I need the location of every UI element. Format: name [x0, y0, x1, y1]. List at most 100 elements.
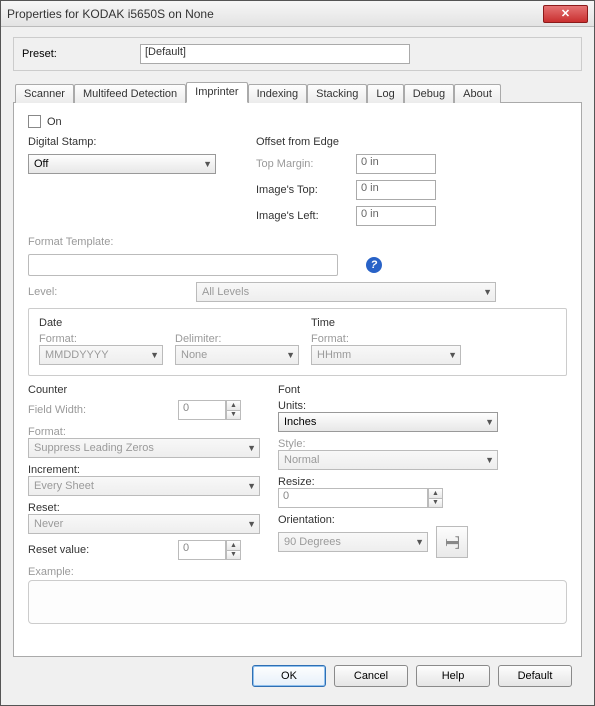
resize-value: 0	[278, 488, 428, 508]
level-select[interactable]: All Levels ▼	[196, 282, 496, 302]
orientation-value: 90 Degrees	[284, 536, 341, 548]
spinner-down-icon[interactable]: ▼	[428, 499, 443, 509]
help-icon[interactable]: ?	[366, 257, 382, 273]
tab-imprinter[interactable]: Imprinter	[186, 82, 247, 103]
date-delimiter-value: None	[181, 349, 207, 361]
counter-format-select[interactable]: Suppress Leading Zeros ▼	[28, 438, 260, 458]
date-delimiter-select[interactable]: None ▼	[175, 345, 299, 365]
units-value: Inches	[284, 416, 316, 428]
chevron-down-icon: ▼	[415, 537, 424, 547]
tabstrip: Scanner Multifeed Detection Imprinter In…	[13, 81, 582, 103]
level-value: All Levels	[202, 286, 249, 298]
increment-select[interactable]: Every Sheet ▼	[28, 476, 260, 496]
counter-title: Counter	[28, 384, 260, 396]
reset-value-num: 0	[178, 540, 226, 560]
spinner-up-icon[interactable]: ▲	[226, 400, 241, 411]
reset-value-label: Reset value:	[28, 544, 178, 556]
ok-button[interactable]: OK	[252, 665, 326, 687]
spinner-down-icon[interactable]: ▼	[226, 411, 241, 421]
example-label: Example:	[28, 566, 74, 578]
spinner-up-icon[interactable]: ▲	[428, 488, 443, 499]
top-margin-input[interactable]: 0 in	[356, 154, 436, 174]
date-format-label: Format:	[39, 333, 163, 345]
date-title: Date	[39, 317, 299, 329]
resize-label: Resize:	[278, 476, 567, 488]
counter-format-label: Format:	[28, 426, 260, 438]
tab-multifeed-detection[interactable]: Multifeed Detection	[74, 84, 186, 103]
reset-select[interactable]: Never ▼	[28, 514, 260, 534]
tab-scanner[interactable]: Scanner	[15, 84, 74, 103]
tab-about[interactable]: About	[454, 84, 501, 103]
dialog-window: Properties for KODAK i5650S on None ✕ Pr…	[0, 0, 595, 706]
cancel-button[interactable]: Cancel	[334, 665, 408, 687]
example-preview	[28, 580, 567, 624]
default-button[interactable]: Default	[498, 665, 572, 687]
style-label: Style:	[278, 438, 567, 450]
units-label: Units:	[278, 400, 567, 412]
preset-group: Preset: [Default]	[13, 37, 582, 71]
time-format-select[interactable]: HHmm ▼	[311, 345, 461, 365]
tab-log[interactable]: Log	[367, 84, 403, 103]
format-template-input[interactable]	[28, 254, 338, 276]
chevron-down-icon: ▼	[247, 481, 256, 491]
increment-label: Increment:	[28, 464, 260, 476]
date-delimiter-label: Delimiter:	[175, 333, 299, 345]
digital-stamp-label: Digital Stamp:	[28, 136, 238, 148]
orientation-button[interactable]: T	[436, 526, 468, 558]
increment-value: Every Sheet	[34, 480, 94, 492]
close-icon: ✕	[561, 7, 570, 20]
chevron-down-icon: ▼	[286, 350, 295, 360]
tab-stacking[interactable]: Stacking	[307, 84, 367, 103]
content-area: Preset: [Default] Scanner Multifeed Dete…	[1, 27, 594, 705]
units-select[interactable]: Inches ▼	[278, 412, 498, 432]
chevron-down-icon: ▼	[247, 519, 256, 529]
button-bar: OK Cancel Help Default	[13, 657, 582, 697]
resize-spinner[interactable]: 0 ▲ ▼	[278, 488, 448, 508]
chevron-down-icon: ▼	[485, 417, 494, 427]
offset-title: Offset from Edge	[256, 136, 567, 148]
spinner-up-icon[interactable]: ▲	[226, 540, 241, 551]
preset-label: Preset:	[22, 48, 140, 60]
images-top-input[interactable]: 0 in	[356, 180, 436, 200]
on-label: On	[47, 116, 62, 128]
images-left-label: Image's Left:	[256, 210, 356, 222]
tab-container: Scanner Multifeed Detection Imprinter In…	[13, 81, 582, 657]
on-checkbox[interactable]	[28, 115, 41, 128]
reset-label: Reset:	[28, 502, 260, 514]
window-title: Properties for KODAK i5650S on None	[7, 7, 543, 21]
chevron-down-icon: ▼	[150, 350, 159, 360]
orientation-icon: T	[441, 535, 464, 548]
field-width-label: Field Width:	[28, 404, 178, 416]
images-top-label: Image's Top:	[256, 184, 356, 196]
field-width-spinner[interactable]: 0 ▲ ▼	[178, 400, 241, 420]
style-select[interactable]: Normal ▼	[278, 450, 498, 470]
reset-value-spinner[interactable]: 0 ▲ ▼	[178, 540, 241, 560]
tab-panel-imprinter: On Digital Stamp: Off ▼ Offset from Edge	[13, 102, 582, 657]
digital-stamp-value: Off	[34, 158, 48, 170]
field-width-value: 0	[178, 400, 226, 420]
date-format-value: MMDDYYYY	[45, 349, 109, 361]
level-label: Level:	[28, 286, 196, 298]
tab-indexing[interactable]: Indexing	[248, 84, 308, 103]
close-button[interactable]: ✕	[543, 5, 588, 23]
chevron-down-icon: ▼	[485, 455, 494, 465]
spinner-down-icon[interactable]: ▼	[226, 551, 241, 561]
digital-stamp-select[interactable]: Off ▼	[28, 154, 216, 174]
chevron-down-icon: ▼	[448, 350, 457, 360]
titlebar: Properties for KODAK i5650S on None ✕	[1, 1, 594, 27]
date-format-select[interactable]: MMDDYYYY ▼	[39, 345, 163, 365]
images-left-input[interactable]: 0 in	[356, 206, 436, 226]
time-title: Time	[311, 317, 556, 329]
reset-value: Never	[34, 518, 63, 530]
orientation-label: Orientation:	[278, 514, 567, 526]
preset-field[interactable]: [Default]	[140, 44, 410, 64]
chevron-down-icon: ▼	[203, 159, 212, 169]
counter-format-value: Suppress Leading Zeros	[34, 442, 154, 454]
help-button[interactable]: Help	[416, 665, 490, 687]
date-time-group: Date Format: MMDDYYYY ▼	[28, 308, 567, 376]
orientation-select[interactable]: 90 Degrees ▼	[278, 532, 428, 552]
style-value: Normal	[284, 454, 319, 466]
chevron-down-icon: ▼	[483, 287, 492, 297]
tab-debug[interactable]: Debug	[404, 84, 454, 103]
time-format-value: HHmm	[317, 349, 351, 361]
